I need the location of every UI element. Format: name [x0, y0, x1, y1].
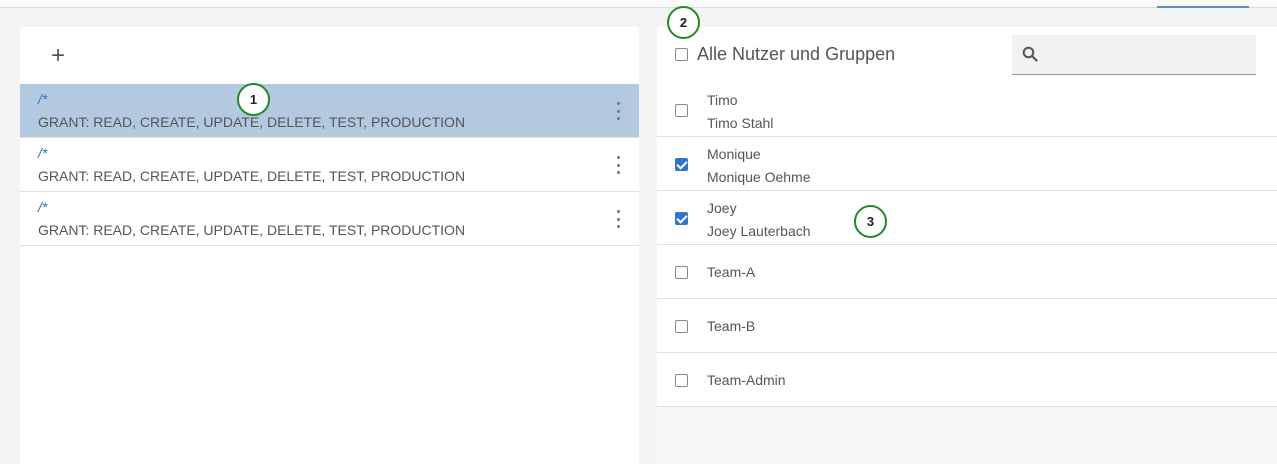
member-username: Joey — [707, 200, 737, 216]
rule-path: /* — [38, 199, 48, 215]
rule-row[interactable]: /* GRANT: READ, CREATE, UPDATE, DELETE, … — [20, 192, 639, 246]
group-name: Team-A — [707, 264, 756, 280]
member-username: Timo — [707, 92, 738, 108]
select-all-label: Alle Nutzer und Gruppen — [697, 44, 896, 64]
member-fullname: Joey Lauterbach — [707, 223, 811, 239]
member-checkbox[interactable] — [675, 212, 688, 225]
group-name: Team-Admin — [707, 372, 786, 388]
group-checkbox[interactable] — [675, 320, 688, 333]
annotation-marker-2: 2 — [667, 6, 700, 39]
rule-list: /* GRANT: READ, CREATE, UPDATE, DELETE, … — [20, 84, 639, 246]
member-list: Timo Timo Stahl Monique Monique Oehme Jo… — [657, 83, 1277, 407]
group-row[interactable]: Team-B — [657, 299, 1277, 353]
member-row[interactable]: Joey Joey Lauterbach — [657, 191, 1277, 245]
select-all-checkbox[interactable] — [675, 48, 688, 61]
add-rule-button[interactable]: + — [46, 44, 70, 69]
rule-grant: GRANT: READ, CREATE, UPDATE, DELETE, TES… — [38, 168, 466, 184]
rule-row[interactable]: /* GRANT: READ, CREATE, UPDATE, DELETE, … — [20, 84, 639, 138]
member-fullname: Timo Stahl — [707, 115, 774, 131]
more-options-icon[interactable] — [615, 210, 621, 228]
member-fullname: Monique Oehme — [707, 169, 811, 185]
more-options-icon[interactable] — [615, 102, 621, 120]
annotation-marker-1: 1 — [237, 83, 270, 116]
annotation-marker-3: 3 — [854, 205, 887, 238]
rule-path: /* — [38, 145, 48, 161]
top-bar-accent — [1157, 6, 1249, 8]
member-checkbox[interactable] — [675, 104, 688, 117]
search-input[interactable] — [1012, 35, 1256, 75]
top-bar — [0, 0, 1277, 8]
search-icon — [1022, 46, 1038, 62]
member-checkbox[interactable] — [675, 158, 688, 171]
group-row[interactable]: Team-Admin — [657, 353, 1277, 407]
group-checkbox[interactable] — [675, 374, 688, 387]
rule-row[interactable]: /* GRANT: READ, CREATE, UPDATE, DELETE, … — [20, 138, 639, 192]
member-row[interactable]: Monique Monique Oehme — [657, 137, 1277, 191]
rule-grant: GRANT: READ, CREATE, UPDATE, DELETE, TES… — [38, 114, 466, 130]
rule-grant: GRANT: READ, CREATE, UPDATE, DELETE, TES… — [38, 222, 466, 238]
rule-path: /* — [38, 91, 48, 107]
group-name: Team-B — [707, 318, 756, 334]
more-options-icon[interactable] — [615, 156, 621, 174]
rules-panel: + /* GRANT: READ, CREATE, UPDATE, DELETE… — [20, 27, 639, 464]
group-row[interactable]: Team-A — [657, 245, 1277, 299]
members-panel: Alle Nutzer und Gruppen Timo Timo Stahl … — [657, 27, 1277, 464]
group-checkbox[interactable] — [675, 266, 688, 279]
members-header: Alle Nutzer und Gruppen — [657, 27, 1277, 83]
member-row[interactable]: Timo Timo Stahl — [657, 83, 1277, 137]
member-username: Monique — [707, 146, 761, 162]
